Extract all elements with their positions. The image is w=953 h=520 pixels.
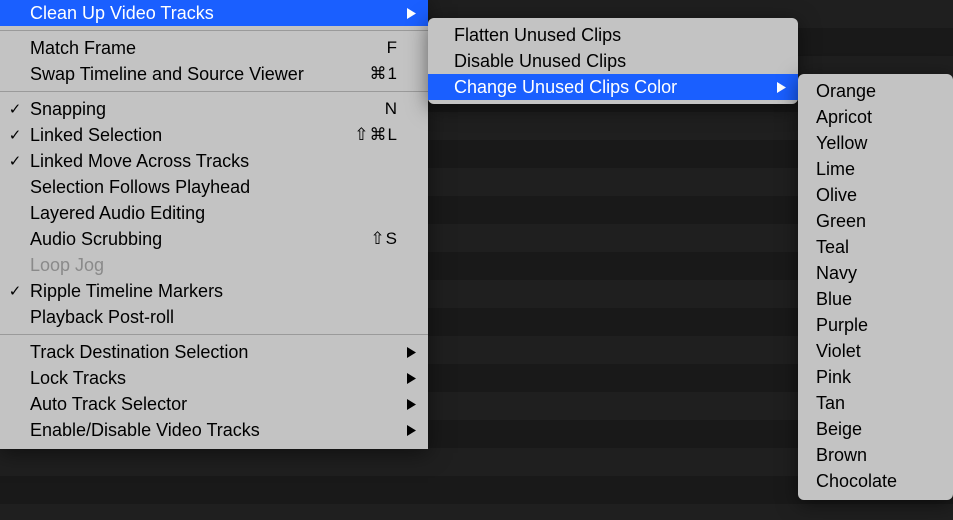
check-icon: ✓	[0, 282, 30, 300]
shortcut-label: ⇧S	[358, 229, 398, 249]
menu-item-audio-scrubbing[interactable]: Audio Scrubbing ⇧S	[0, 226, 428, 252]
shortcut-label: N	[373, 99, 398, 119]
menu-item-label: Linked Move Across Tracks	[30, 151, 386, 172]
submenu-arrow-icon	[398, 397, 416, 411]
menu-item-label: Enable/Disable Video Tracks	[30, 420, 386, 441]
submenu-arrow-icon	[398, 345, 416, 359]
menu-item-label: Linked Selection	[30, 125, 342, 146]
menu-item-label: Audio Scrubbing	[30, 229, 358, 250]
menu-item-label: Apricot	[816, 107, 941, 128]
context-menu-main: Clean Up Video Tracks Match Frame F Swap…	[0, 0, 428, 449]
menu-item-color-pink[interactable]: Pink	[798, 364, 953, 390]
menu-item-label: Blue	[816, 289, 941, 310]
menu-item-track-destination-selection[interactable]: Track Destination Selection	[0, 339, 428, 365]
menu-item-label: Disable Unused Clips	[454, 51, 768, 72]
shortcut-label: F	[375, 38, 398, 58]
menu-item-color-teal[interactable]: Teal	[798, 234, 953, 260]
check-icon: ✓	[0, 152, 30, 170]
menu-item-color-chocolate[interactable]: Chocolate	[798, 468, 953, 494]
menu-item-label: Tan	[816, 393, 941, 414]
menu-item-color-purple[interactable]: Purple	[798, 312, 953, 338]
menu-item-label: Clean Up Video Tracks	[30, 3, 386, 24]
menu-item-label: Violet	[816, 341, 941, 362]
menu-item-label: Lime	[816, 159, 941, 180]
menu-item-clean-up-video-tracks[interactable]: Clean Up Video Tracks	[0, 0, 428, 26]
menu-item-label: Teal	[816, 237, 941, 258]
submenu-arrow-icon	[398, 371, 416, 385]
menu-item-label: Lock Tracks	[30, 368, 386, 389]
menu-item-label: Navy	[816, 263, 941, 284]
menu-item-loop-jog: Loop Jog	[0, 252, 428, 278]
menu-item-label: Loop Jog	[30, 255, 386, 276]
menu-item-label: Chocolate	[816, 471, 941, 492]
check-icon: ✓	[0, 100, 30, 118]
menu-item-color-beige[interactable]: Beige	[798, 416, 953, 442]
menu-item-selection-follows-playhead[interactable]: Selection Follows Playhead	[0, 174, 428, 200]
menu-item-linked-move-across-tracks[interactable]: ✓ Linked Move Across Tracks	[0, 148, 428, 174]
submenu-change-unused-clips-color: Orange Apricot Yellow Lime Olive Green T…	[798, 74, 953, 500]
menu-item-color-navy[interactable]: Navy	[798, 260, 953, 286]
menu-item-color-violet[interactable]: Violet	[798, 338, 953, 364]
menu-separator	[0, 30, 428, 31]
menu-item-color-olive[interactable]: Olive	[798, 182, 953, 208]
menu-item-color-apricot[interactable]: Apricot	[798, 104, 953, 130]
menu-item-color-tan[interactable]: Tan	[798, 390, 953, 416]
menu-item-label: Track Destination Selection	[30, 342, 386, 363]
menu-item-color-blue[interactable]: Blue	[798, 286, 953, 312]
menu-item-color-brown[interactable]: Brown	[798, 442, 953, 468]
menu-item-color-yellow[interactable]: Yellow	[798, 130, 953, 156]
menu-item-lock-tracks[interactable]: Lock Tracks	[0, 365, 428, 391]
shortcut-label: ⌘1	[358, 64, 398, 84]
menu-item-label: Snapping	[30, 99, 373, 120]
menu-item-layered-audio-editing[interactable]: Layered Audio Editing	[0, 200, 428, 226]
menu-item-label: Selection Follows Playhead	[30, 177, 386, 198]
menu-item-flatten-unused-clips[interactable]: Flatten Unused Clips	[428, 22, 798, 48]
menu-item-swap-timeline-source-viewer[interactable]: Swap Timeline and Source Viewer ⌘1	[0, 61, 428, 87]
menu-item-label: Green	[816, 211, 941, 232]
menu-item-label: Auto Track Selector	[30, 394, 386, 415]
menu-item-label: Pink	[816, 367, 941, 388]
menu-item-label: Ripple Timeline Markers	[30, 281, 386, 302]
submenu-arrow-icon	[768, 80, 786, 94]
menu-item-ripple-timeline-markers[interactable]: ✓ Ripple Timeline Markers	[0, 278, 428, 304]
menu-item-label: Olive	[816, 185, 941, 206]
menu-item-color-green[interactable]: Green	[798, 208, 953, 234]
shortcut-label: ⇧⌘L	[342, 125, 398, 145]
menu-item-label: Brown	[816, 445, 941, 466]
menu-item-label: Orange	[816, 81, 941, 102]
menu-item-color-orange[interactable]: Orange	[798, 78, 953, 104]
menu-item-label: Playback Post-roll	[30, 307, 386, 328]
menu-item-change-unused-clips-color[interactable]: Change Unused Clips Color	[428, 74, 798, 100]
menu-separator	[0, 334, 428, 335]
menu-item-label: Flatten Unused Clips	[454, 25, 768, 46]
menu-item-enable-disable-video-tracks[interactable]: Enable/Disable Video Tracks	[0, 417, 428, 443]
menu-item-label: Layered Audio Editing	[30, 203, 386, 224]
check-icon: ✓	[0, 126, 30, 144]
menu-item-disable-unused-clips[interactable]: Disable Unused Clips	[428, 48, 798, 74]
menu-item-snapping[interactable]: ✓ Snapping N	[0, 96, 428, 122]
menu-item-auto-track-selector[interactable]: Auto Track Selector	[0, 391, 428, 417]
submenu-arrow-icon	[398, 423, 416, 437]
menu-item-label: Match Frame	[30, 38, 375, 59]
submenu-clean-up-video-tracks: Flatten Unused Clips Disable Unused Clip…	[428, 18, 798, 104]
submenu-arrow-icon	[398, 6, 416, 20]
menu-item-playback-post-roll[interactable]: Playback Post-roll	[0, 304, 428, 330]
menu-item-label: Purple	[816, 315, 941, 336]
menu-item-label: Beige	[816, 419, 941, 440]
menu-separator	[0, 91, 428, 92]
menu-item-color-lime[interactable]: Lime	[798, 156, 953, 182]
menu-item-label: Yellow	[816, 133, 941, 154]
menu-item-label: Change Unused Clips Color	[454, 77, 768, 98]
menu-item-linked-selection[interactable]: ✓ Linked Selection ⇧⌘L	[0, 122, 428, 148]
menu-item-label: Swap Timeline and Source Viewer	[30, 64, 358, 85]
menu-item-match-frame[interactable]: Match Frame F	[0, 35, 428, 61]
